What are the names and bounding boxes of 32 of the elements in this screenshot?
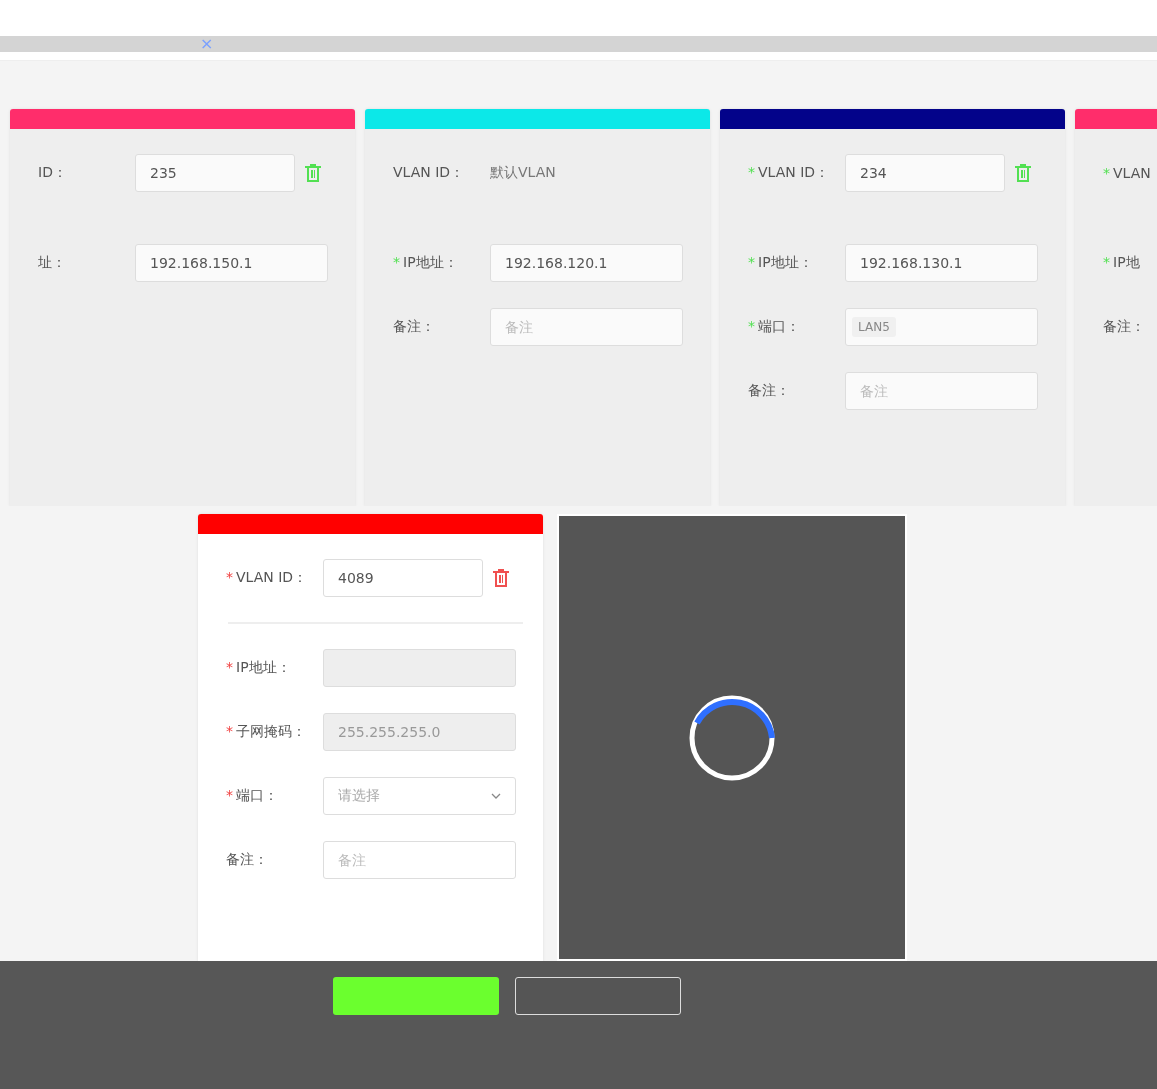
field-label: * 端口：	[747, 318, 801, 336]
input-field[interactable]: 备注	[845, 372, 1038, 410]
field-label: 备注：	[1102, 318, 1146, 336]
input-field[interactable]: 备注	[490, 308, 683, 346]
vlan-name: 默认VLAN	[490, 164, 556, 182]
input-field[interactable]: 4089	[323, 559, 483, 597]
input-field[interactable]: 备注	[323, 841, 516, 879]
input-field[interactable]: 235	[135, 154, 295, 192]
input-field[interactable]: 192.168.150.1	[135, 244, 328, 282]
action-button[interactable]	[515, 977, 681, 1015]
field-label: * IP地址：	[225, 659, 292, 677]
chevron-down-icon	[491, 793, 501, 799]
field-label: ID：	[37, 164, 68, 182]
input-field[interactable]: 192.168.120.1	[490, 244, 683, 282]
field-label: 备注：	[225, 851, 269, 869]
field-label: 址：	[37, 254, 67, 272]
field-label: VLAN ID：	[392, 164, 466, 182]
field-label: * IP地址：	[747, 254, 814, 272]
trash-icon[interactable]	[1015, 164, 1031, 182]
field-label: * VLAN ID：	[225, 569, 309, 587]
trash-icon[interactable]	[305, 164, 321, 182]
field-label: * 端口：	[225, 787, 279, 805]
field-label: 备注：	[747, 382, 791, 400]
field-label: * IP地	[1102, 254, 1141, 272]
field-label: * 子网掩码：	[225, 723, 307, 741]
input-field[interactable]: 192.168.130.1	[845, 244, 1038, 282]
trash-icon[interactable]	[493, 569, 509, 587]
field-label: * VLAN ID：	[747, 164, 831, 182]
field-label: * IP地址：	[392, 254, 459, 272]
field-label: * VLAN	[1102, 165, 1152, 181]
field-label: 备注：	[392, 318, 436, 336]
input-field[interactable]: 234	[845, 154, 1005, 192]
